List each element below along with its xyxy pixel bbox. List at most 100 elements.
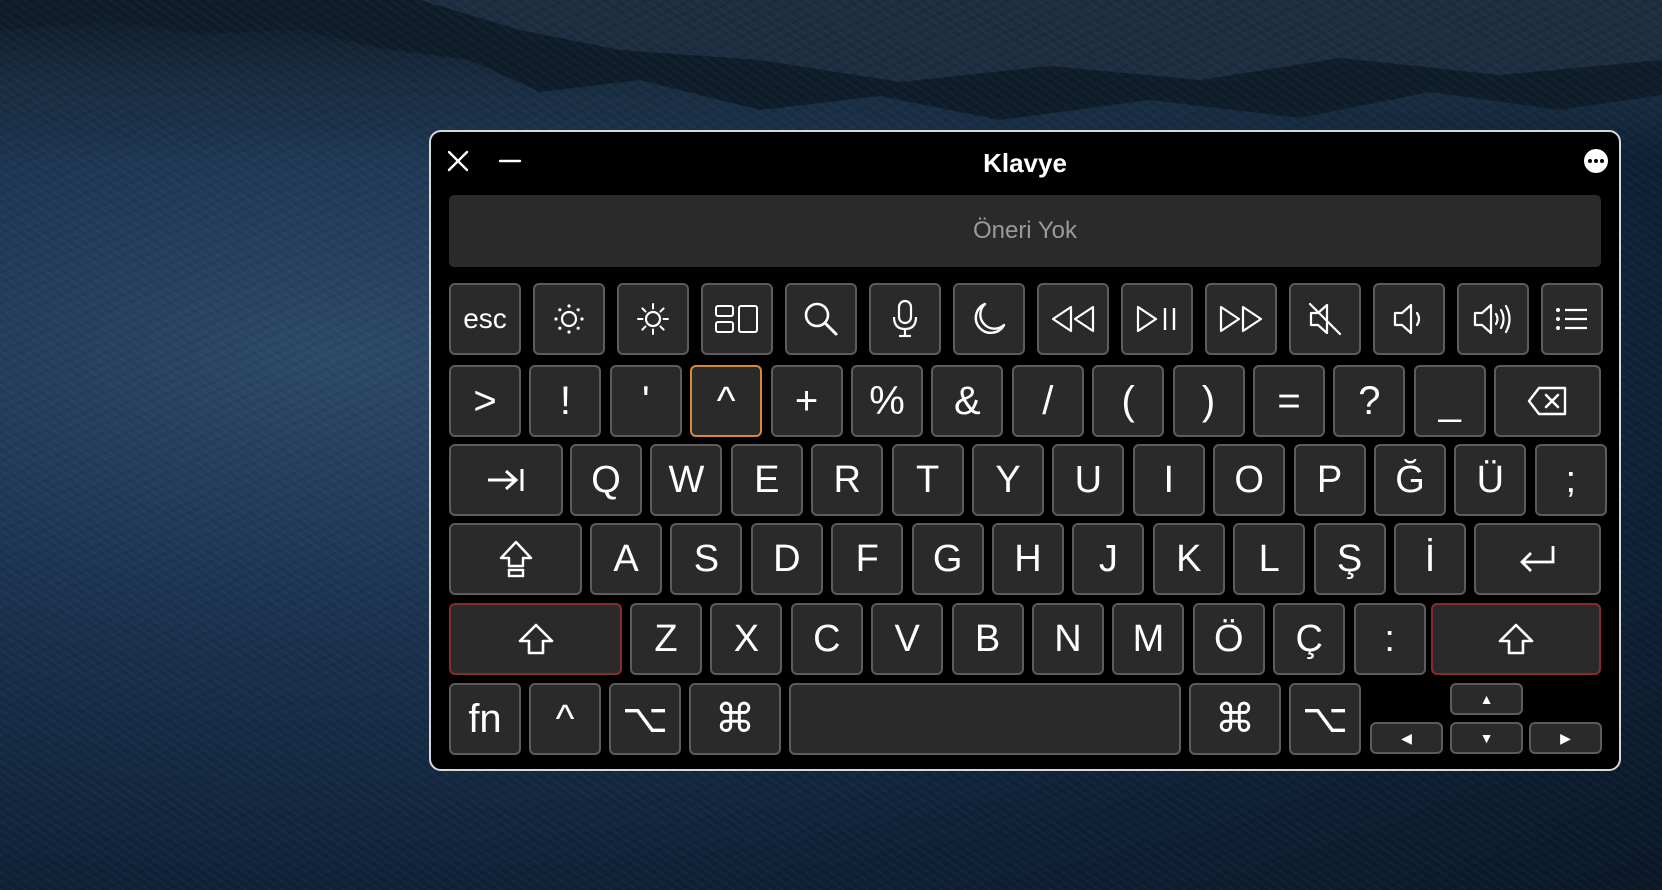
- key-s[interactable]: S: [670, 523, 743, 595]
- left-command-key[interactable]: ⌘: [689, 683, 781, 755]
- left-option-key[interactable]: ⌥: [609, 683, 681, 755]
- list-key[interactable]: [1541, 283, 1603, 355]
- key-z7[interactable]: Ö: [1192, 603, 1265, 675]
- fn-key[interactable]: fn: [449, 683, 521, 755]
- key-t[interactable]: T: [891, 444, 964, 516]
- key-e[interactable]: E: [730, 444, 803, 516]
- key-z3[interactable]: V: [871, 603, 944, 675]
- key-z4[interactable]: B: [951, 603, 1024, 675]
- key-k-label: K: [1176, 538, 1202, 580]
- key-i̇[interactable]: İ: [1394, 523, 1466, 595]
- key-1[interactable]: !: [529, 365, 602, 437]
- volume-down-key[interactable]: [1373, 283, 1445, 355]
- volume-up-key[interactable]: [1457, 283, 1529, 355]
- brightness-down-key[interactable]: [533, 283, 605, 355]
- arrow-left-key[interactable]: ◀: [1370, 722, 1443, 754]
- delete-key[interactable]: [1494, 365, 1601, 437]
- key-;-label: ;: [1565, 459, 1577, 501]
- key-ş[interactable]: Ş: [1313, 523, 1386, 595]
- key-a-label: A: [613, 538, 639, 580]
- key-l[interactable]: L: [1233, 523, 1306, 595]
- key-z5[interactable]: N: [1032, 603, 1104, 675]
- key-o[interactable]: O: [1213, 444, 1286, 516]
- key-h[interactable]: H: [992, 523, 1064, 595]
- fast-forward-key[interactable]: [1205, 283, 1277, 355]
- key-12[interactable]: _: [1413, 365, 1486, 437]
- rewind-key[interactable]: [1037, 283, 1109, 355]
- key-z9[interactable]: :: [1353, 603, 1426, 675]
- arrow-up-key[interactable]: ▲: [1450, 683, 1523, 715]
- mute-key[interactable]: [1289, 283, 1361, 355]
- arrow-up-key-label: ▲: [1479, 691, 1494, 707]
- brightness-down-icon: [552, 302, 586, 336]
- right-shift-key[interactable]: [1431, 603, 1601, 675]
- key-9[interactable]: ): [1172, 365, 1245, 437]
- key-z6-label: M: [1132, 618, 1165, 660]
- key-z1-label: X: [733, 618, 760, 660]
- play-pause-key[interactable]: [1121, 283, 1193, 355]
- brightness-up-key[interactable]: [617, 283, 689, 355]
- key-i̇-label: İ: [1424, 538, 1436, 580]
- spotlight-key[interactable]: [785, 283, 857, 355]
- key-10[interactable]: =: [1253, 365, 1325, 437]
- key-a[interactable]: A: [590, 523, 662, 595]
- arrow-down-key[interactable]: ▼: [1450, 722, 1523, 754]
- tab-key[interactable]: [449, 444, 563, 516]
- key-u[interactable]: U: [1052, 444, 1125, 516]
- dictation-key[interactable]: [869, 283, 941, 355]
- key-d[interactable]: D: [750, 523, 823, 595]
- space-key[interactable]: [789, 683, 1181, 755]
- key-i[interactable]: I: [1132, 444, 1205, 516]
- key-r[interactable]: R: [811, 444, 884, 516]
- key-11[interactable]: ?: [1333, 365, 1406, 437]
- key-ü[interactable]: Ü: [1454, 444, 1527, 516]
- key-z8[interactable]: Ç: [1273, 603, 1346, 675]
- key-;[interactable]: ;: [1534, 444, 1607, 516]
- key-q[interactable]: Q: [570, 444, 642, 516]
- do-not-disturb-key[interactable]: [953, 283, 1025, 355]
- left-shift-key[interactable]: [449, 603, 622, 675]
- search-icon: [801, 299, 841, 339]
- arrow-right-key[interactable]: ▶: [1529, 722, 1602, 754]
- key-2[interactable]: ': [609, 365, 682, 437]
- key-z5-label: N: [1054, 618, 1082, 660]
- key-p[interactable]: P: [1293, 444, 1366, 516]
- caps-lock-key[interactable]: [449, 523, 582, 595]
- control-key[interactable]: ^: [529, 683, 601, 755]
- more-options-button[interactable]: [1583, 148, 1609, 174]
- right-option-key[interactable]: ⌥: [1289, 683, 1361, 755]
- key-i-label: I: [1163, 459, 1175, 501]
- key-u-label: U: [1074, 459, 1103, 501]
- key-e-label: E: [754, 459, 780, 501]
- key-h-label: H: [1014, 538, 1042, 580]
- key-8-label: (: [1121, 379, 1135, 423]
- key-7[interactable]: /: [1011, 365, 1084, 437]
- key-k[interactable]: K: [1152, 523, 1225, 595]
- key-j[interactable]: J: [1072, 523, 1145, 595]
- key-0[interactable]: >: [449, 365, 521, 437]
- key-8[interactable]: (: [1092, 365, 1165, 437]
- left-option-key-label: ⌥: [621, 697, 669, 741]
- key-z1[interactable]: X: [710, 603, 783, 675]
- mission-control-key[interactable]: [701, 283, 773, 355]
- key-w[interactable]: W: [650, 444, 723, 516]
- key-z2[interactable]: C: [790, 603, 863, 675]
- key-f[interactable]: F: [831, 523, 904, 595]
- key-g[interactable]: G: [911, 523, 984, 595]
- key-4[interactable]: +: [770, 365, 843, 437]
- key-ğ[interactable]: Ğ: [1374, 444, 1446, 516]
- key-z6[interactable]: M: [1112, 603, 1185, 675]
- right-command-key[interactable]: ⌘: [1189, 683, 1281, 755]
- key-z0[interactable]: Z: [630, 603, 702, 675]
- key-6[interactable]: &: [931, 365, 1004, 437]
- key-3[interactable]: ^: [690, 365, 763, 437]
- delete-icon: [1527, 385, 1569, 417]
- return-key[interactable]: [1474, 523, 1601, 595]
- title-bar: Klavye: [431, 132, 1619, 188]
- key-5[interactable]: %: [851, 365, 923, 437]
- play-pause-icon: [1134, 304, 1180, 334]
- caps-lock-icon: [498, 539, 534, 579]
- key-3-label: ^: [716, 379, 736, 423]
- key-y[interactable]: Y: [972, 444, 1044, 516]
- esc-key[interactable]: esc: [449, 283, 521, 355]
